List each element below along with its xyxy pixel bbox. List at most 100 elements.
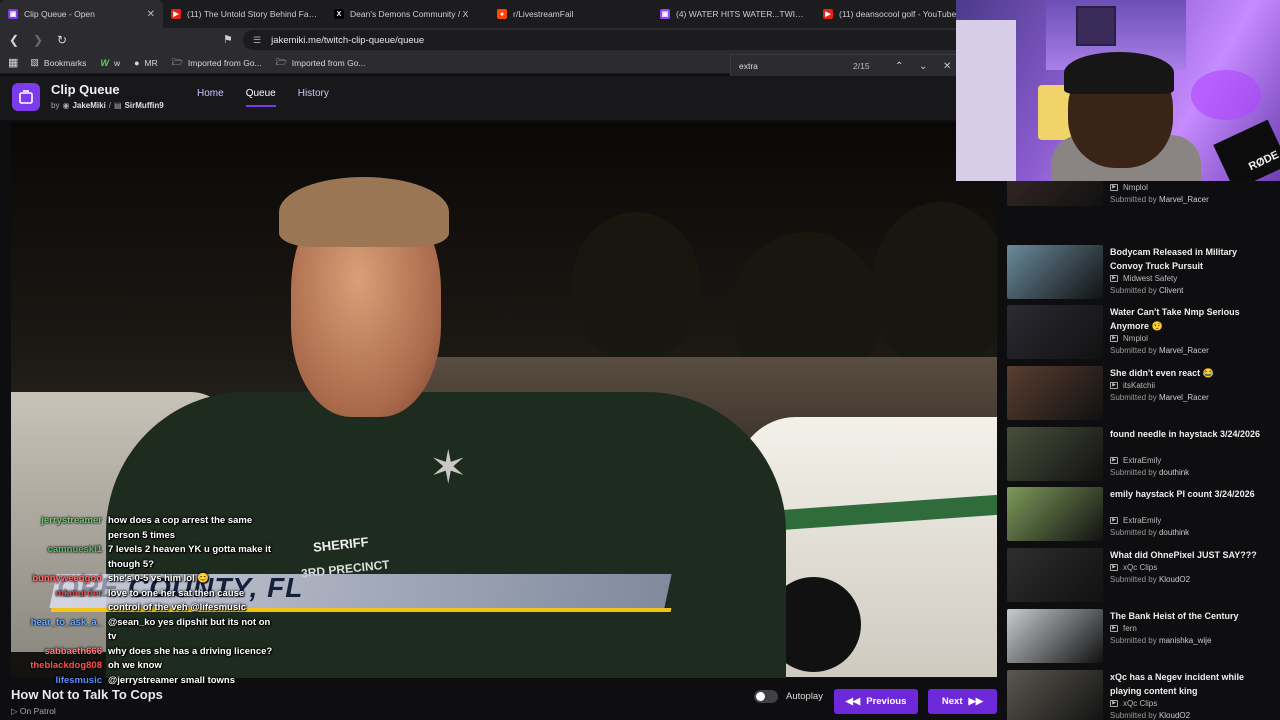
bookmark-item[interactable]: 🗁 Imported from Go... xyxy=(276,55,366,71)
clip-channel: ▶ ExtraEmily xyxy=(1110,456,1161,465)
bookmark-item[interactable]: ▧ Bookmarks xyxy=(30,57,86,68)
clip-channel: ▶ ExtraEmily xyxy=(1110,516,1161,525)
clip-submitter: Submitted by KloudO2 xyxy=(1110,575,1191,585)
clip-thumbnail[interactable] xyxy=(1007,608,1103,663)
github-icon: ◉ xyxy=(62,101,70,110)
author-link[interactable]: SirMuffin9 xyxy=(125,101,164,110)
queue-item[interactable]: ▶ Nmplol Submitted by Marvel_Racer xyxy=(1007,180,1280,241)
clip-thumbnail[interactable] xyxy=(1007,180,1103,206)
webcam-person-cap xyxy=(1064,52,1174,94)
chat-text: why does she has a driving licence? xyxy=(108,645,273,657)
clip-channel: ▶ fern xyxy=(1110,624,1137,633)
webcam-door xyxy=(956,20,1016,181)
twitch-icon: ▣ xyxy=(8,9,18,19)
clip-channel: ▶ Nmplol xyxy=(1110,183,1148,192)
nav-home[interactable]: Home xyxy=(197,88,224,107)
clip-channel: ▶ xQc Clips xyxy=(1110,699,1157,708)
chat-message: camnueski1 7 levels 2 heaven YK u gotta m… xyxy=(0,543,290,572)
clip-title: What did OhnePixel JUST SAY??? xyxy=(1110,550,1257,561)
browser-tab[interactable]: ▣ (4) WATER HITS WATER...TWICE - Tw xyxy=(652,0,815,28)
back-icon[interactable]: ❮ xyxy=(4,30,24,50)
clip-title: found needle in haystack 3/24/2026 xyxy=(1110,428,1261,439)
queue-item[interactable]: Water Can't Take Nmp Serious Anymore 🤨 ▶ N… xyxy=(1007,301,1280,362)
chat-username: mkmurder xyxy=(55,587,102,599)
reload-icon[interactable]: ↻ xyxy=(52,30,72,50)
chat-username: camnueski1 xyxy=(47,544,102,555)
clip-thumbnail[interactable] xyxy=(1007,244,1103,299)
video-officer-hair xyxy=(279,177,449,247)
chat-username: jerrystreamer xyxy=(41,515,102,526)
clip-thumbnail[interactable] xyxy=(1007,366,1103,421)
next-button[interactable]: Next ▶▶ xyxy=(928,689,997,714)
clip-thumbnail[interactable] xyxy=(1007,548,1103,603)
browser-tab[interactable]: ▶ (11) deansocool golf - YouTube xyxy=(815,0,978,28)
play-icon: ▶ xyxy=(1110,564,1118,572)
play-icon: ▶ xyxy=(1110,699,1118,707)
browser-tab[interactable]: ● r/LivestreamFail xyxy=(489,0,652,28)
close-tab-icon[interactable]: ✕ xyxy=(147,9,155,20)
forward-icon[interactable]: ❯ xyxy=(28,30,48,50)
play-icon: ▷ xyxy=(11,706,20,716)
find-close-icon[interactable]: ✕ xyxy=(943,61,951,72)
clip-thumbnail[interactable] xyxy=(1007,487,1103,542)
bookmark-folder-icon: ▧ xyxy=(30,57,39,67)
tab-title: Clip Queue - Open xyxy=(24,9,95,19)
video-tree xyxy=(571,212,701,362)
clip-title: Water Can't Take Nmp Serious Anymore 🤨 xyxy=(1110,307,1240,332)
browser-tab[interactable]: X Dean's Demons Community / X xyxy=(326,0,489,28)
bookmark-item[interactable]: ● MR xyxy=(134,58,158,68)
twitch-icon: ▣ xyxy=(660,9,670,19)
browser-tab[interactable]: ▶ (11) The Untold Story Behind FaZe C xyxy=(163,0,326,28)
bookmark-item[interactable]: 🗁 Imported from Go... xyxy=(172,55,262,71)
queue-item[interactable]: What did OhnePixel JUST SAY??? ▶ xQc Clips… xyxy=(1007,544,1280,605)
site-info-icon[interactable]: ☰ xyxy=(253,35,261,46)
clip-title: How Not to Talk To Cops xyxy=(11,687,163,702)
queue-item[interactable]: She didn't even react 😂 ▶ itsKatchii Submit… xyxy=(1007,362,1280,423)
address-bar[interactable]: ⚑ ☰ jakemiki.me/twitch-clip-queue/queue xyxy=(223,30,963,50)
author-link[interactable]: JakeMiki xyxy=(72,101,105,110)
app-title: Clip Queue xyxy=(51,82,120,97)
chat-message: sabbaeth666 why does she has a driving li… xyxy=(0,645,290,660)
autoplay-control[interactable]: Autoplay xyxy=(754,690,823,703)
queue-item[interactable]: xQc has a Negev incident while playing c… xyxy=(1007,666,1280,720)
clip-thumbnail[interactable] xyxy=(1007,669,1103,720)
chat-text: 7 levels 2 heaven YK u gotta make it tho… xyxy=(108,544,271,570)
find-next-icon[interactable]: ⌄ xyxy=(919,61,927,72)
clip-thumbnail[interactable] xyxy=(1007,426,1103,481)
chat-message: theblackdog808 oh we know xyxy=(0,659,290,674)
nav-queue[interactable]: Queue xyxy=(245,88,276,107)
youtube-icon: ▶ xyxy=(171,9,181,19)
chat-text: @jerrystreamer small towns xyxy=(108,674,236,686)
clip-channel: ▶ Midwest Safety xyxy=(1110,274,1177,283)
tab-title: r/LivestreamFail xyxy=(513,9,574,19)
autoplay-toggle[interactable] xyxy=(754,690,778,703)
queue-item[interactable]: The Bank Heist of the Century ▶ fern Submit… xyxy=(1007,605,1280,666)
queue-item[interactable]: emily haystack PI count 3/24/2026 ▶ ExtraE… xyxy=(1007,483,1280,544)
find-input[interactable]: extra xyxy=(739,61,758,71)
previous-button[interactable]: ◀◀ Previous xyxy=(834,689,918,714)
clip-title: Bodycam Released in Military Convoy Truc… xyxy=(1110,246,1238,271)
clip-submitter: Submitted by Marvel_Racer xyxy=(1110,393,1209,403)
bookmark-star-icon[interactable]: ⚑ xyxy=(223,33,233,46)
bookmark-item[interactable]: Ww xyxy=(100,58,120,68)
apps-icon[interactable]: ▦ xyxy=(8,56,18,69)
find-in-page-bar: extra 2/15 ⌃ ⌄ ✕ xyxy=(730,54,958,78)
chat-message: hear_to_ask_a_ @sean_ko yes dipshit but i… xyxy=(0,616,290,645)
clip-thumbnail[interactable] xyxy=(1007,305,1103,360)
clip-submitter: Submitted by manishka_wije xyxy=(1110,635,1212,645)
webcam-poster xyxy=(1076,6,1116,46)
nav-history[interactable]: History xyxy=(298,88,329,107)
clip-title: She didn't even react 😂 xyxy=(1110,368,1214,379)
chat-username: bunnyweedgod xyxy=(32,573,102,584)
find-prev-icon[interactable]: ⌃ xyxy=(895,61,903,72)
chat-text: how does a cop arrest the same person 5 … xyxy=(108,515,253,541)
clip-channel: ▷ On Patrol xyxy=(11,706,56,716)
queue-item[interactable]: found needle in haystack 3/24/2026 ▶ Extra… xyxy=(1007,423,1280,484)
queue-item[interactable]: Bodycam Released in Military Convoy Truc… xyxy=(1007,241,1280,302)
rewind-icon: ◀◀ xyxy=(845,696,861,707)
app-byline: by ◉ JakeMiki / ▤ SirMuffin9 xyxy=(51,101,164,110)
browser-tab[interactable]: ▣ Clip Queue - Open ✕ xyxy=(0,0,163,28)
streamer-webcam: RØDE xyxy=(956,0,1280,181)
clip-queue-logo-icon[interactable] xyxy=(12,83,40,111)
chat-message: jerrystreamer how does a cop arrest the s… xyxy=(0,514,290,543)
